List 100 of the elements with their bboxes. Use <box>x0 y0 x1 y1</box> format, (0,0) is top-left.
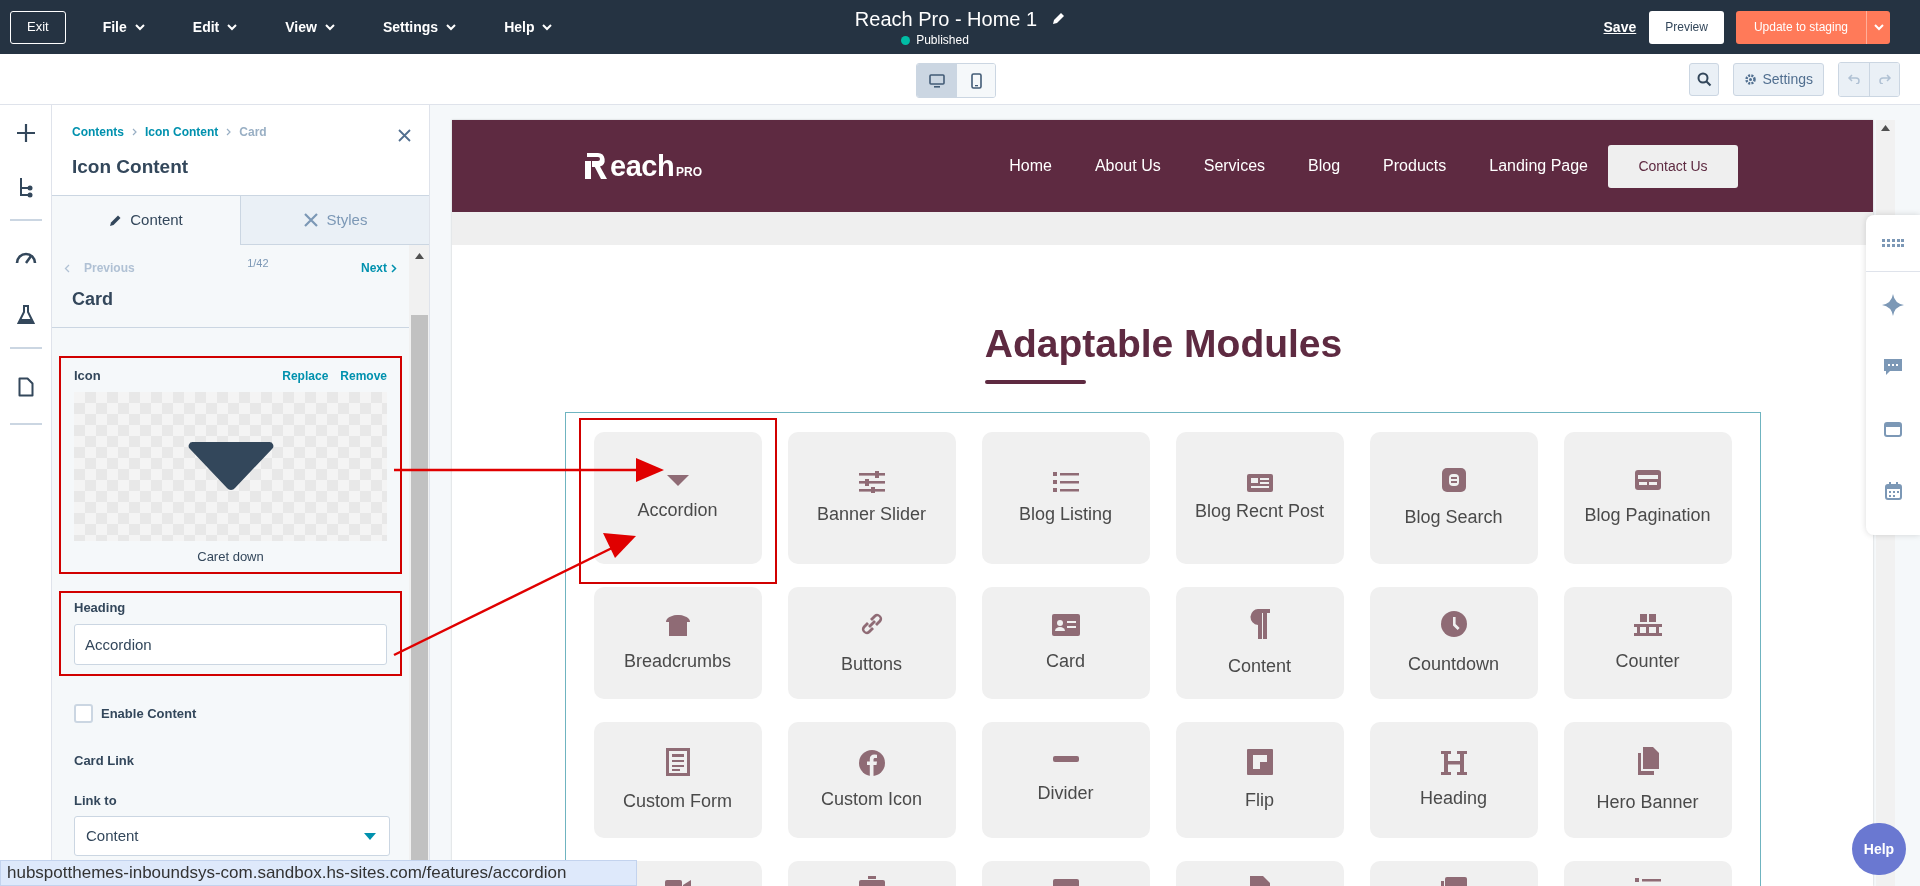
module-card[interactable]: Breadcrumbs <box>593 587 762 699</box>
contact-us-button[interactable]: Contact Us <box>1608 144 1738 188</box>
pencil-icon[interactable] <box>1051 12 1066 26</box>
chevron-left-icon <box>64 263 70 273</box>
module-card[interactable]: Banner Slider <box>787 432 956 564</box>
module-card[interactable]: Accordion <box>593 432 762 564</box>
module-card[interactable]: Heading <box>1369 722 1538 838</box>
chevron-right-icon <box>226 128 232 136</box>
dash-icon <box>1052 756 1079 762</box>
phone-icon <box>970 72 982 89</box>
nav-link[interactable]: Home <box>1009 154 1052 178</box>
module-card[interactable]: Blog Recnt Post <box>1175 432 1344 564</box>
chevron-down-icon <box>542 23 553 31</box>
module-label: Blog Listing <box>1018 503 1113 525</box>
scroll-up-icon[interactable] <box>1881 125 1890 131</box>
module-card[interactable]: Hero Banner <box>1563 722 1732 838</box>
redo-icon <box>1877 74 1892 84</box>
module-card[interactable]: Flip <box>1175 722 1344 838</box>
breadcrumb-link[interactable]: Icon Content <box>145 123 219 141</box>
module-label: Countdown <box>1407 653 1500 675</box>
module-card[interactable]: Custom Icon <box>787 722 956 838</box>
module-label: Flip <box>1245 789 1274 811</box>
module-label: Card <box>1046 650 1085 672</box>
module-card[interactable]: Blog Search <box>1369 432 1538 564</box>
module-label: Accordion <box>637 499 718 521</box>
nav-link[interactable]: Products <box>1383 154 1447 178</box>
breadcrumb-link[interactable]: Contents <box>72 123 124 141</box>
checkbox[interactable] <box>74 703 93 723</box>
module-card[interactable]: Counter <box>1563 587 1732 699</box>
nav-link[interactable]: Services <box>1203 154 1266 178</box>
module-label: Custom Icon <box>820 788 922 810</box>
icon-caption: Caret down <box>196 547 265 566</box>
next-link[interactable]: Next <box>360 255 397 277</box>
close-icon <box>398 129 411 142</box>
rounded-square-icon <box>1441 468 1466 492</box>
field-label: Heading <box>74 599 127 617</box>
document-icon[interactable] <box>17 377 34 397</box>
menu-item[interactable]: Settings <box>372 16 467 38</box>
nav-link[interactable]: About Us <box>1094 154 1161 178</box>
copy-icon <box>1635 747 1660 775</box>
remove-link[interactable]: Remove <box>340 366 387 385</box>
section-title: Card <box>72 288 114 311</box>
chevron-down-icon <box>134 23 145 31</box>
module-card[interactable]: Card <box>981 587 1150 699</box>
field-label: Icon <box>74 367 101 385</box>
sparkle-icon[interactable] <box>1882 294 1904 316</box>
module-label: Heading <box>1419 787 1488 809</box>
heading-input[interactable]: Accordion <box>74 623 387 665</box>
calendar-icon[interactable] <box>1884 482 1902 500</box>
caret-down-icon <box>666 475 689 487</box>
heading-icon <box>1440 751 1467 775</box>
module-card[interactable]: Divider <box>981 722 1150 838</box>
module-card[interactable]: Blog Listing <box>981 432 1150 564</box>
group-title: Card Link <box>74 752 135 770</box>
plus-icon[interactable] <box>15 123 36 143</box>
menu-item[interactable]: Edit <box>182 16 248 38</box>
undo-icon <box>1847 74 1861 84</box>
replace-link[interactable]: Replace <box>282 366 329 385</box>
window-icon[interactable] <box>1884 422 1902 437</box>
bread-icon <box>664 614 691 636</box>
module-card[interactable]: Countdown <box>1369 587 1538 699</box>
module-label: Hero Banner <box>1596 791 1699 813</box>
clock-icon <box>1440 611 1467 637</box>
chevron-down-icon <box>446 23 457 31</box>
menu-item[interactable]: Help <box>494 16 563 38</box>
panel-title: Icon Content <box>72 155 190 179</box>
id-card-icon <box>1051 614 1080 636</box>
tree-icon[interactable] <box>17 177 34 199</box>
exit-button[interactable]: Exit <box>10 10 66 44</box>
nav-link[interactable]: Blog <box>1308 154 1341 178</box>
newspaper-icon <box>1246 474 1273 492</box>
settings-icon <box>1744 72 1758 86</box>
nav-link[interactable]: Landing Page <box>1489 154 1588 178</box>
search-button[interactable] <box>1689 62 1720 96</box>
grid-dots-icon[interactable] <box>1882 239 1904 247</box>
module-card[interactable]: Content <box>1175 587 1344 699</box>
card-icon <box>1634 470 1661 490</box>
menu-item[interactable]: File <box>92 16 155 38</box>
link-to-dropdown[interactable]: Content <box>74 816 390 856</box>
device-toggle[interactable] <box>917 64 956 97</box>
monitor-icon <box>928 73 945 88</box>
save-link[interactable]: Save <box>1603 16 1637 38</box>
module-card[interactable]: Buttons <box>787 587 956 699</box>
menu-item[interactable]: View <box>275 16 345 38</box>
flask-icon[interactable] <box>16 305 35 325</box>
logo-text: each <box>610 153 675 179</box>
close-button[interactable] <box>398 129 411 142</box>
settings-button[interactable]: Settings <box>1733 62 1824 96</box>
chevron-down-icon <box>324 23 335 31</box>
list-icon <box>1052 471 1079 493</box>
preview-button[interactable]: Preview <box>1649 10 1724 44</box>
scroll-up-icon[interactable] <box>414 253 424 259</box>
module-card[interactable]: Custom Form <box>593 722 762 838</box>
pilcrow-icon <box>1249 609 1270 639</box>
module-card[interactable]: Blog Pagination <box>1563 432 1732 564</box>
device-toggle[interactable] <box>956 64 995 97</box>
chat-icon[interactable] <box>1884 359 1902 376</box>
module-label: Buttons <box>840 653 902 675</box>
module-label: Blog Search <box>1404 506 1503 528</box>
dropdown-button[interactable] <box>1866 10 1890 44</box>
